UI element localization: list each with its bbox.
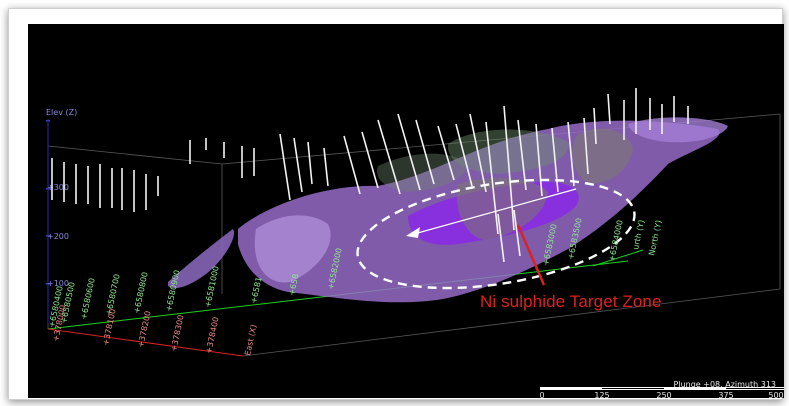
scale-tick-label: 0 xyxy=(539,391,545,398)
north-axis-label: North (Y) xyxy=(647,219,663,256)
north-tick-label: +6581 xyxy=(249,276,263,304)
scale-tick-label: 250 xyxy=(656,391,672,398)
scale-bar: 0 125 250 375 500 xyxy=(539,387,784,398)
north-axis-label-far: urth (Y) xyxy=(631,219,646,250)
elev-axis-label: Elev (Z) xyxy=(46,108,77,117)
target-zone-label: Ni sulphide Target Zone xyxy=(480,292,662,311)
3d-viewport[interactable]: Elev (Z) +300 +200 +100 +6580400 +658050… xyxy=(28,24,784,398)
elev-tick-label: +300 xyxy=(47,183,69,192)
elev-tick-label: +200 xyxy=(47,232,69,241)
north-tick-label: +6580900 xyxy=(164,269,182,312)
scale-segment xyxy=(664,387,726,390)
scale-segment xyxy=(602,387,664,390)
scale-segment xyxy=(540,387,602,390)
scale-tick-label: 125 xyxy=(594,391,610,398)
lode-bodies xyxy=(168,117,728,303)
figure-frame: Elev (Z) +300 +200 +100 +6580400 +658050… xyxy=(8,8,784,400)
elev-tick xyxy=(46,120,50,122)
north-tick-label: +6580800 xyxy=(132,271,150,314)
north-tick-label: +6580600 xyxy=(79,277,97,320)
scale-tick-label: 500 xyxy=(768,391,784,398)
3d-scene: Elev (Z) +300 +200 +100 +6580400 +658050… xyxy=(46,88,781,357)
east-axis-label: East (X) xyxy=(243,324,258,357)
north-tick-label: +6584000 xyxy=(607,219,625,262)
east-tick-label: +378300 xyxy=(169,314,186,352)
east-tick-label: +378400 xyxy=(204,316,221,354)
scale-tick-label: 375 xyxy=(718,391,734,398)
scale-segment xyxy=(726,387,784,390)
